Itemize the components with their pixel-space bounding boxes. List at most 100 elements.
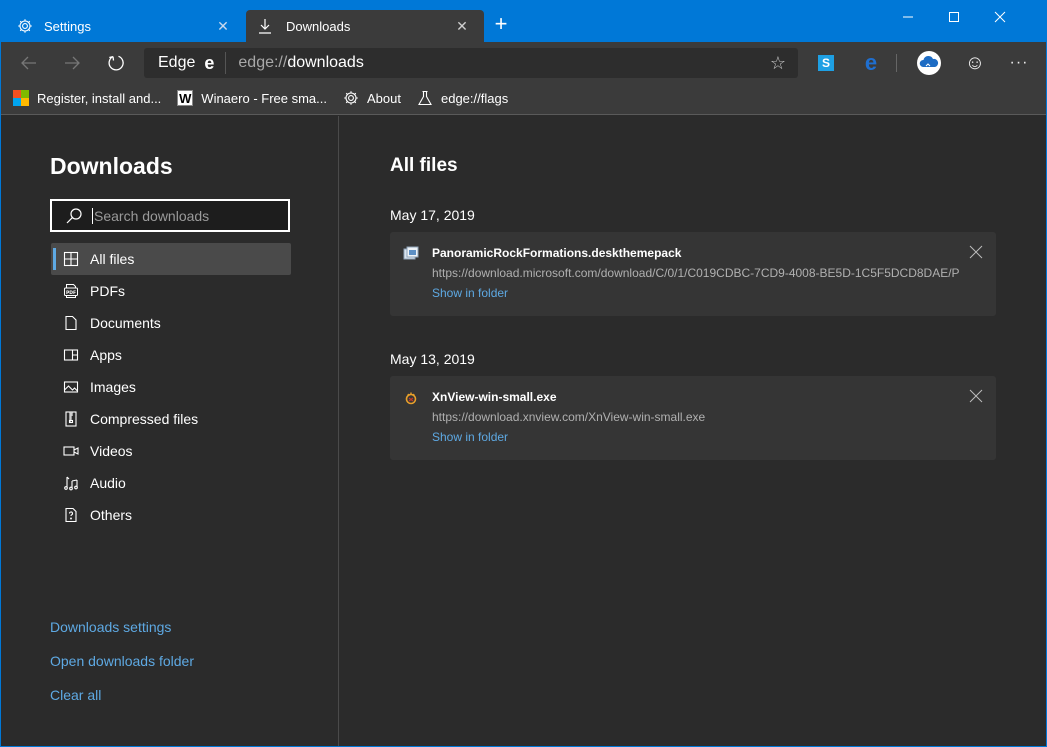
favorite-winaero[interactable]: W Winaero - Free sma...	[177, 86, 327, 110]
favorite-register[interactable]: Register, install and...	[13, 86, 161, 110]
search-icon	[64, 206, 84, 226]
sidebar-title: Downloads	[50, 153, 173, 179]
cloud-avatar-icon	[919, 55, 939, 67]
sidebar-item-pdfs[interactable]: PDF PDFs	[51, 275, 291, 307]
toolbar: Edge e edge://downloads ☆ S e ☺ ···	[1, 42, 1046, 82]
address-bar[interactable]: Edge e edge://downloads ☆	[144, 48, 798, 78]
svg-text:PDF: PDF	[66, 290, 76, 296]
edge-logo-icon: e	[204, 52, 215, 73]
sidebar-item-compressed[interactable]: Compressed files	[51, 403, 291, 435]
downloads-page: Downloads All files PDF PDFs Docu	[1, 116, 1046, 746]
tab-settings[interactable]: Settings ✕	[1, 10, 245, 42]
download-icon	[256, 17, 274, 35]
winaero-w: W	[177, 90, 194, 106]
open-downloads-folder-link[interactable]: Open downloads folder	[50, 652, 194, 686]
gear-icon	[343, 90, 359, 106]
close-window-button[interactable]	[977, 1, 1023, 33]
favorite-label: Winaero - Free sma...	[201, 90, 327, 106]
sidebar-item-audio[interactable]: Audio	[51, 467, 291, 499]
address-url[interactable]: edge://downloads	[238, 54, 363, 72]
close-tab-icon[interactable]: ✕	[454, 18, 470, 34]
address-separator	[225, 52, 227, 74]
grid-icon	[62, 250, 80, 268]
favorite-label: Register, install and...	[37, 90, 162, 106]
minimize-button[interactable]	[885, 1, 931, 33]
sidebar-item-apps[interactable]: Apps	[51, 339, 291, 371]
close-tab-icon[interactable]: ✕	[215, 18, 231, 34]
file-name[interactable]: PanoramicRockFormations.deskthemepack	[432, 246, 681, 260]
apps-icon	[62, 346, 80, 364]
forward-button[interactable]	[57, 48, 87, 78]
new-tab-button[interactable]: +	[490, 13, 512, 37]
back-button[interactable]	[14, 48, 44, 78]
sidebar-item-documents[interactable]: Documents	[51, 307, 291, 339]
sidebar-item-label: Audio	[90, 475, 126, 491]
favorite-about[interactable]: About	[343, 86, 401, 110]
video-icon	[62, 442, 80, 460]
date-heading: May 13, 2019	[390, 351, 475, 367]
sidebar-links: Downloads settings Open downloads folder…	[50, 618, 194, 720]
remove-item-button[interactable]	[968, 388, 984, 404]
downloads-settings-link[interactable]: Downloads settings	[50, 618, 194, 652]
toolbar-separator	[896, 54, 897, 72]
sidebar-item-label: Documents	[90, 315, 161, 331]
sidebar-item-label: PDFs	[90, 283, 125, 299]
show-in-folder-link[interactable]: Show in folder	[432, 286, 508, 300]
gear-icon	[16, 17, 34, 35]
sidebar-item-label: All files	[90, 251, 135, 267]
profile-button[interactable]	[916, 50, 942, 76]
edge-e-icon: e	[864, 50, 878, 75]
sidebar-item-others[interactable]: Others	[51, 499, 291, 531]
s-logo-icon: S	[818, 55, 834, 71]
file-name[interactable]: XnView-win-small.exe	[432, 390, 557, 404]
maximize-button[interactable]	[931, 1, 977, 33]
favorite-flags[interactable]: edge://flags	[417, 86, 508, 110]
favorite-label: About	[367, 90, 401, 106]
pdf-icon: PDF	[62, 282, 80, 300]
ellipsis-icon: ···	[1009, 54, 1029, 71]
file-url: https://download.xnview.com/XnView-win-s…	[432, 410, 706, 424]
smiley-icon: ☺	[964, 51, 986, 74]
minimize-icon	[903, 16, 913, 18]
more-menu-button[interactable]: ···	[1006, 50, 1032, 76]
feedback-button[interactable]: ☺	[962, 50, 988, 76]
extension-s-button[interactable]: S	[813, 50, 839, 76]
xnview-icon	[402, 389, 420, 407]
date-heading: May 17, 2019	[390, 207, 475, 223]
sidebar-item-videos[interactable]: Videos	[51, 435, 291, 467]
file-url: https://download.microsoft.com/download/…	[432, 266, 960, 280]
tab-label: Downloads	[286, 18, 351, 34]
sidebar-item-images[interactable]: Images	[51, 371, 291, 403]
refresh-button[interactable]	[101, 48, 131, 78]
search-input[interactable]	[92, 207, 288, 224]
favorite-star-icon[interactable]: ☆	[768, 53, 788, 73]
arrow-left-icon	[21, 56, 36, 70]
flask-icon	[417, 90, 433, 106]
tab-downloads[interactable]: Downloads ✕	[246, 10, 484, 42]
close-icon	[994, 11, 1006, 23]
remove-item-button[interactable]	[968, 244, 984, 260]
url-scheme: edge://	[238, 54, 288, 71]
url-path: downloads	[287, 54, 364, 71]
favorites-bar: Register, install and... W Winaero - Fre…	[1, 82, 1046, 115]
winaero-logo-icon: W	[177, 90, 194, 106]
downloads-main: All files May 17, 2019 PanoramicRockForm…	[340, 116, 1046, 746]
sidebar-item-label: Images	[90, 379, 136, 395]
search-box[interactable]	[50, 199, 290, 232]
sidebar-item-label: Videos	[90, 443, 133, 459]
music-icon	[62, 474, 80, 492]
extension-edge-button[interactable]: e	[858, 50, 884, 76]
close-icon	[969, 245, 983, 259]
microsoft-logo-icon	[13, 90, 29, 106]
category-list: All files PDF PDFs Documents Apps Images	[51, 243, 291, 531]
clear-all-link[interactable]: Clear all	[50, 686, 194, 720]
sidebar-item-label: Apps	[90, 347, 122, 363]
favorite-label: edge://flags	[440, 90, 509, 106]
sidebar-item-all-files[interactable]: All files	[51, 243, 291, 275]
sidebar-item-label: Others	[90, 507, 133, 523]
tab-label: Settings	[44, 18, 91, 34]
question-file-icon	[62, 506, 80, 524]
refresh-icon	[108, 55, 124, 71]
maximize-icon	[949, 12, 959, 22]
show-in-folder-link[interactable]: Show in folder	[432, 430, 508, 444]
